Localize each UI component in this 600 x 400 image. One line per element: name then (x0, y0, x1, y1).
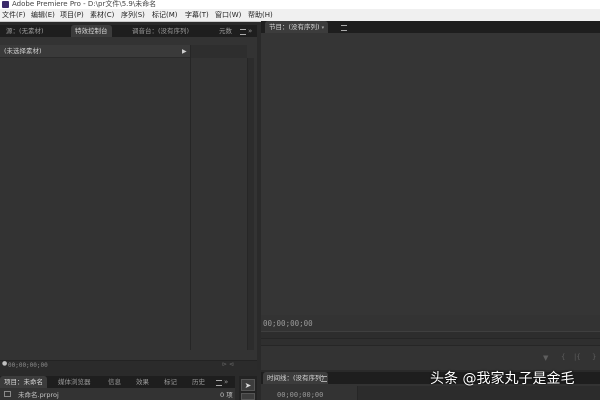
project-panel: 未命名.prproj 0 项 (0, 388, 235, 400)
no-clip-label: (未选择素材) (4, 47, 42, 55)
menu-marker[interactable]: 标记(M) (152, 9, 178, 22)
program-tab-label: 节目：(没有序列) (269, 23, 320, 31)
program-zoom-bar[interactable] (261, 339, 600, 346)
effect-timecode[interactable]: 00;00;00;00 (8, 362, 48, 369)
tab-audio-mixer[interactable]: 调音台：(没有序列) (128, 25, 193, 37)
add-marker-icon[interactable]: ▼ (543, 354, 548, 362)
watermark-text: 头条 @我家丸子是金毛 (430, 371, 575, 387)
tab-project[interactable]: 项目：未命名 (0, 376, 47, 388)
menu-title[interactable]: 字幕(T) (185, 9, 209, 22)
project-file-name: 未命名.prproj (18, 391, 59, 399)
menu-edit[interactable]: 编辑(E) (31, 9, 55, 22)
timeline-ruler[interactable] (357, 386, 600, 400)
program-video-display (261, 33, 600, 315)
timeline-timecode[interactable]: 00;00;00;00 (277, 391, 323, 399)
title-bar: Adobe Premiere Pro - D:\pr文件\5.9\未命名 (0, 0, 600, 9)
tab-info[interactable]: 信息 (104, 376, 125, 388)
panel-divider (190, 45, 191, 350)
project-panel-tabs: 项目：未命名 媒体浏览器 信息 效果 标记 历史 » (0, 376, 235, 388)
window-title: Adobe Premiere Pro - D:\pr文件\5.9\未命名 (12, 0, 157, 8)
menu-clip[interactable]: 素材(C) (90, 9, 114, 22)
dropdown-arrow-icon[interactable]: ▾ (322, 25, 325, 31)
premiere-app-icon (2, 1, 9, 8)
program-scrub-bar[interactable] (261, 331, 600, 339)
tab-program-monitor[interactable]: 节目：(没有序列) ▾ (265, 21, 329, 33)
source-panel-tabs: 源：(无素材) 特效控制台 调音台：(没有序列) 元数 » (0, 25, 257, 37)
menu-sequence[interactable]: 序列(S) (121, 9, 145, 22)
tab-effect-controls[interactable]: 特效控制台 (71, 25, 112, 37)
expand-arrow-icon[interactable]: ▶ (182, 45, 187, 58)
program-panel-tabs: 节目：(没有序列) ▾ (261, 21, 600, 33)
tab-media-browser[interactable]: 媒体浏览器 (54, 376, 95, 388)
panel-overflow-icon[interactable]: » (248, 25, 252, 37)
tools-panel: ➤ (239, 376, 257, 400)
footer-controls-icon[interactable]: ⊳ ⊲ (222, 361, 234, 368)
vertical-scrollbar[interactable] (247, 58, 254, 350)
mark-in-icon[interactable]: |{ (574, 353, 581, 361)
track-select-tool-icon[interactable] (241, 393, 255, 400)
panel-menu-icon[interactable] (341, 25, 347, 31)
clip-header-row: (未选择素材) ▶ (0, 45, 190, 58)
menu-project[interactable]: 项目(P) (60, 9, 84, 22)
tab-markers[interactable]: 标记 (160, 376, 181, 388)
panel-overflow-icon[interactable]: » (224, 376, 228, 388)
panel-menu-icon[interactable] (321, 376, 327, 382)
menu-window[interactable]: 窗口(W) (215, 9, 241, 22)
tab-history[interactable]: 历史 (188, 376, 209, 388)
set-out-point-icon[interactable]: } (592, 353, 596, 361)
tab-source[interactable]: 源：(无素材) (2, 25, 48, 37)
program-timecode[interactable]: 00;00;00;00 (263, 319, 313, 328)
timeline-ruler-strip (191, 45, 247, 58)
project-file-icon (4, 391, 11, 397)
menu-file[interactable]: 文件(F) (2, 9, 26, 22)
tab-timeline[interactable]: 时间线：(没有序列) (263, 372, 329, 384)
effect-controls-panel: (未选择素材) ▶ (0, 37, 257, 360)
panel-menu-icon[interactable] (240, 29, 246, 35)
effect-controls-footer: ● 00;00;00;00 ⊳ ⊲ (0, 360, 257, 370)
panel-menu-icon[interactable] (216, 380, 222, 386)
tab-effects[interactable]: 效果 (132, 376, 153, 388)
set-in-point-icon[interactable]: { (561, 353, 565, 361)
program-monitor-panel: 00;00;00;00 ▼ { |{ } (261, 33, 600, 370)
tab-metadata[interactable]: 元数 (215, 25, 236, 37)
selection-tool-icon[interactable]: ➤ (241, 379, 255, 391)
playhead-dot-icon: ● (2, 360, 8, 367)
project-item-count: 0 项 (220, 391, 233, 399)
